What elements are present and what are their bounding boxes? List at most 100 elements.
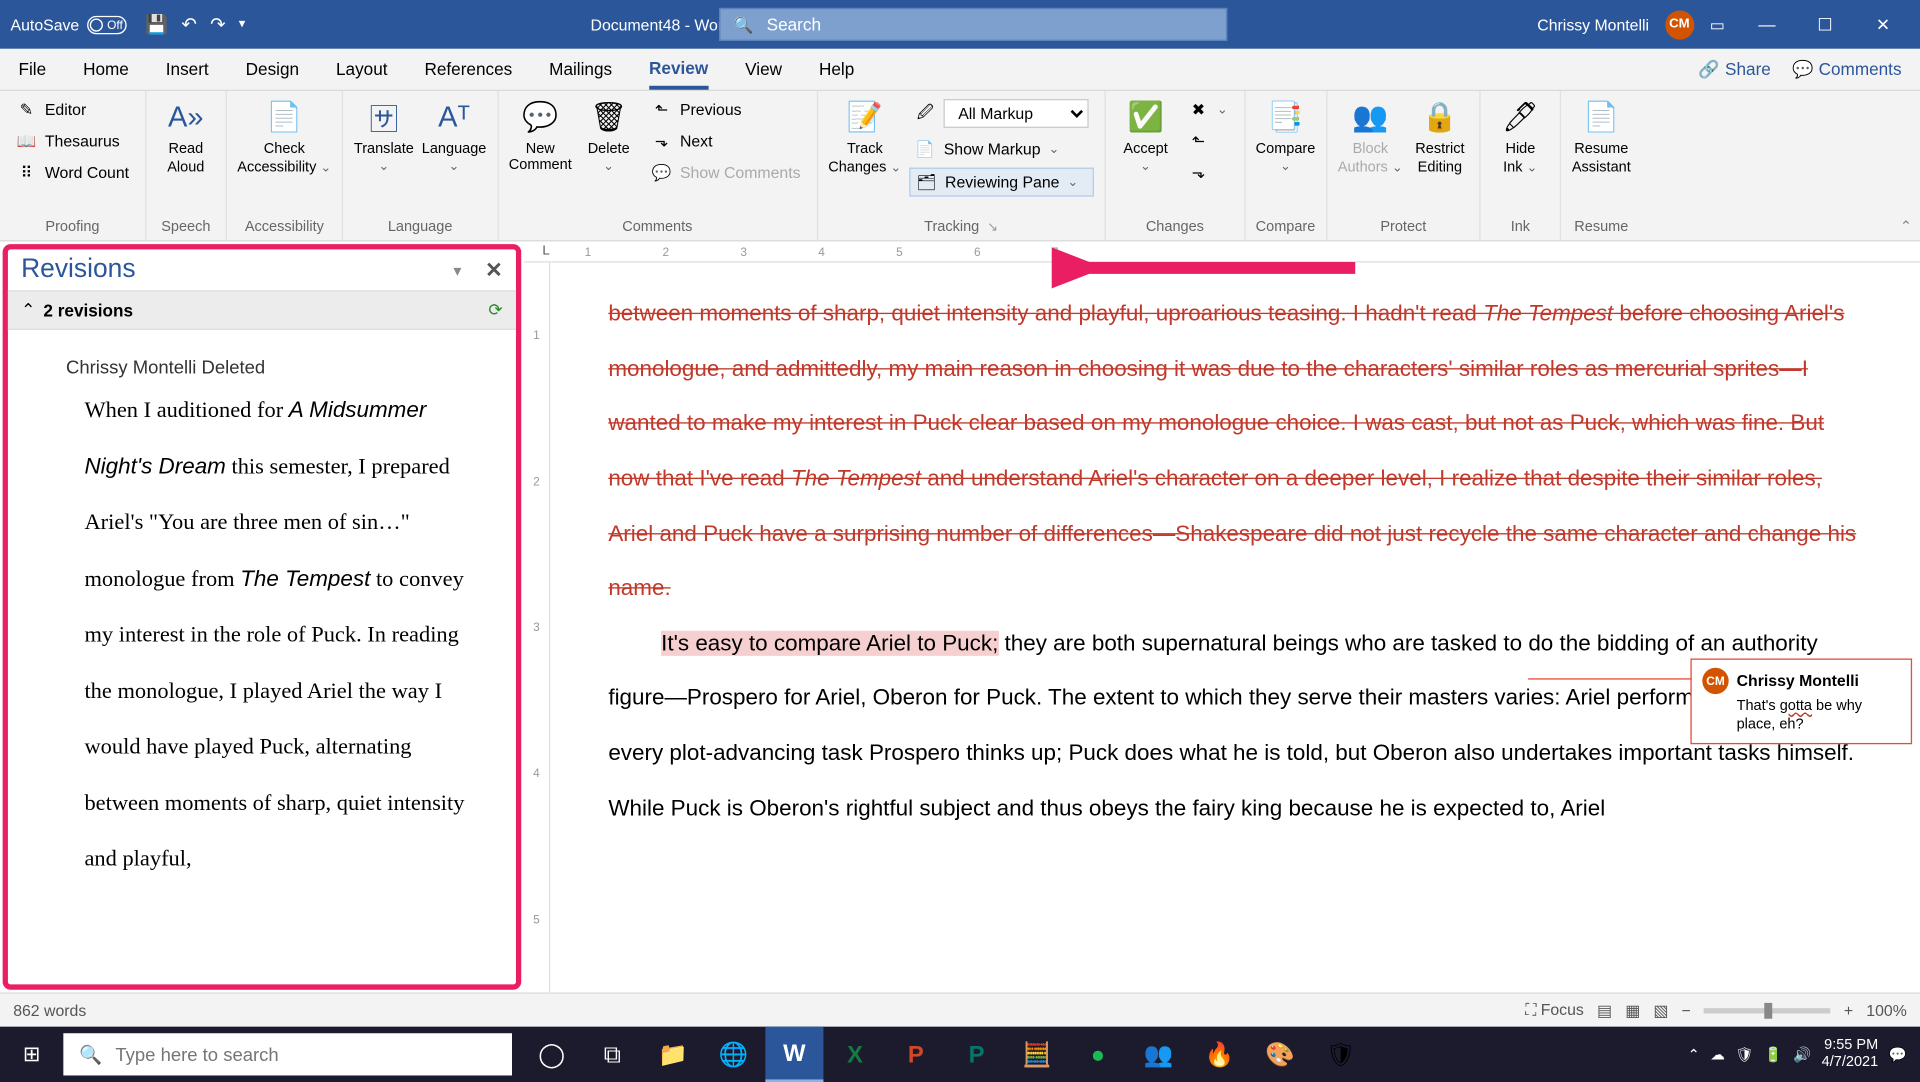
tab-review[interactable]: Review <box>649 49 708 89</box>
revisions-close-icon[interactable]: ✕ <box>485 257 503 283</box>
tab-insert[interactable]: Insert <box>166 51 209 87</box>
word-icon[interactable]: W <box>765 1027 823 1082</box>
onedrive-icon[interactable]: ☁ <box>1710 1046 1725 1063</box>
markup-select[interactable]: All Markup <box>944 99 1089 128</box>
show-markup-button[interactable]: 📄Show Markup ⌄ <box>909 136 1094 162</box>
teams-icon[interactable]: 👥 <box>1130 1027 1188 1082</box>
qat-dropdown-icon[interactable]: ▾ <box>239 17 246 32</box>
thesaurus-button[interactable]: 📖Thesaurus <box>11 128 135 154</box>
comment-card[interactable]: CM Chrissy Montelli That's gotta be why … <box>1690 658 1912 743</box>
chevron-down-icon[interactable]: ⌄ <box>1280 160 1291 175</box>
vertical-ruler[interactable]: 12345 <box>524 263 550 993</box>
task-view-icon[interactable]: ⧉ <box>583 1027 641 1082</box>
show-comments-button[interactable]: 💬Show Comments <box>646 160 806 186</box>
compare-button[interactable]: 📑 Compare ⌄ <box>1256 96 1316 174</box>
restrict-editing-button[interactable]: 🔒 Restrict Editing <box>1411 96 1469 175</box>
print-layout-icon[interactable]: ▦ <box>1625 1001 1640 1019</box>
search-input[interactable] <box>767 15 1213 35</box>
security-tray-icon[interactable]: 🛡 <box>1735 1046 1753 1063</box>
publisher-icon[interactable]: P <box>947 1027 1005 1082</box>
tray-chevron-icon[interactable]: ⌃ <box>1688 1046 1700 1063</box>
tracking-dialog-launcher-icon[interactable]: ↘ <box>987 220 998 235</box>
save-icon[interactable]: 💾 <box>145 13 168 35</box>
translate-button[interactable]: 🈂 Translate ⌄ <box>354 96 414 174</box>
accept-button[interactable]: ✅ Accept ⌄ <box>1117 96 1175 186</box>
search-box[interactable]: 🔍 <box>719 8 1227 41</box>
block-authors-button[interactable]: 👥 Block Authors ⌄ <box>1338 96 1403 175</box>
next-change-button[interactable]: ⬎ <box>1183 160 1234 186</box>
excel-icon[interactable]: X <box>826 1027 884 1082</box>
comment-highlight[interactable]: It's easy to compare Ariel to Puck; <box>661 631 998 656</box>
language-button[interactable]: Aᵀ Language ⌄ <box>422 96 487 174</box>
horizontal-ruler[interactable]: 1234567 <box>524 241 1920 262</box>
tab-view[interactable]: View <box>745 51 782 87</box>
chevron-down-icon[interactable]: ⌄ <box>1048 142 1059 157</box>
chevron-down-icon[interactable]: ⌄ <box>449 160 460 175</box>
maximize-button[interactable]: ☐ <box>1799 6 1852 43</box>
volume-icon[interactable]: 🔊 <box>1793 1046 1811 1063</box>
chevron-down-icon[interactable]: ⌄ <box>378 160 389 175</box>
hide-ink-button[interactable]: 🖊 Hide Ink ⌄ <box>1491 96 1549 175</box>
collapse-ribbon-icon[interactable]: ⌃ <box>1900 218 1912 235</box>
share-button[interactable]: 🔗 Share <box>1698 59 1770 80</box>
paint-icon[interactable]: 🔥 <box>1190 1027 1248 1082</box>
track-changes-button[interactable]: 📝 Track Changes ⌄ <box>828 96 901 196</box>
chevron-down-icon[interactable]: ⌄ <box>1217 102 1228 117</box>
tab-layout[interactable]: Layout <box>336 51 388 87</box>
new-comment-button[interactable]: 💬 NewComment <box>509 96 572 186</box>
zoom-in-icon[interactable]: + <box>1844 1001 1853 1019</box>
zoom-out-icon[interactable]: − <box>1682 1001 1691 1019</box>
revisions-list[interactable]: Chrissy Montelli Deleted When I audition… <box>8 330 516 906</box>
read-aloud-button[interactable]: A» Read Aloud <box>157 96 215 175</box>
autosave-switch[interactable]: Off <box>87 15 127 33</box>
battery-icon[interactable]: 🔋 <box>1764 1046 1782 1063</box>
resume-assistant-button[interactable]: 📄 Resume Assistant <box>1572 96 1631 175</box>
user-avatar[interactable]: CM <box>1665 10 1694 39</box>
reject-button[interactable]: ✖⌄ <box>1183 96 1234 122</box>
security-icon[interactable]: 🛡 <box>1312 1027 1370 1082</box>
refresh-icon[interactable]: ⟳ <box>488 300 502 321</box>
chevron-down-icon[interactable]: ⌄ <box>603 160 614 175</box>
taskbar-search-input[interactable] <box>115 1044 496 1065</box>
spotify-icon[interactable]: ● <box>1069 1027 1127 1082</box>
chevron-down-icon[interactable]: ⌄ <box>1067 175 1078 190</box>
zoom-level[interactable]: 100% <box>1866 1001 1907 1019</box>
chevron-down-icon[interactable]: ⌄ <box>1527 161 1538 176</box>
notifications-icon[interactable]: 💬 <box>1889 1046 1907 1063</box>
next-comment-button[interactable]: ⬎Next <box>646 128 806 154</box>
chevron-down-icon[interactable]: ⌄ <box>1140 160 1151 175</box>
clock[interactable]: 9:55 PM 4/7/2021 <box>1822 1037 1879 1072</box>
undo-icon[interactable]: ↶ <box>181 13 196 35</box>
document-page[interactable]: between moments of sharp, quiet intensit… <box>550 263 1920 993</box>
powerpoint-icon[interactable]: P <box>887 1027 945 1082</box>
file-explorer-icon[interactable]: 📁 <box>644 1027 702 1082</box>
chevron-down-icon[interactable]: ⌄ <box>890 161 901 176</box>
zoom-slider[interactable] <box>1704 1008 1831 1013</box>
autosave-toggle[interactable]: AutoSave Off <box>11 15 127 33</box>
comments-button[interactable]: 💬 Comments <box>1792 59 1902 80</box>
palette-icon[interactable]: 🎨 <box>1251 1027 1309 1082</box>
start-button[interactable]: ⊞ <box>0 1027 63 1082</box>
reviewing-pane-button[interactable]: 🗂Reviewing Pane ⌄ <box>909 168 1094 197</box>
tab-file[interactable]: File <box>18 51 46 87</box>
tab-mailings[interactable]: Mailings <box>549 51 612 87</box>
tab-references[interactable]: References <box>424 51 512 87</box>
tab-design[interactable]: Design <box>246 51 299 87</box>
web-layout-icon[interactable]: ▧ <box>1653 1001 1668 1019</box>
chevron-down-icon[interactable]: ⌄ <box>320 161 331 176</box>
cortana-icon[interactable]: ◯ <box>523 1027 581 1082</box>
close-button[interactable]: ✕ <box>1857 6 1910 43</box>
editor-button[interactable]: ✎Editor <box>11 96 135 122</box>
tab-home[interactable]: Home <box>83 51 129 87</box>
read-mode-icon[interactable]: ▤ <box>1597 1001 1612 1019</box>
redo-icon[interactable]: ↷ <box>210 13 225 35</box>
chrome-icon[interactable]: 🌐 <box>705 1027 763 1082</box>
minimize-button[interactable]: — <box>1741 6 1794 43</box>
tab-help[interactable]: Help <box>819 51 854 87</box>
previous-comment-button[interactable]: ⬑Previous <box>646 96 806 122</box>
revisions-dropdown-icon[interactable]: ▾ <box>453 261 461 279</box>
taskbar-search[interactable]: 🔍 <box>63 1033 512 1075</box>
delete-comment-button[interactable]: 🗑 Delete ⌄ <box>580 96 638 186</box>
chevron-up-icon[interactable]: ⌃ <box>21 300 35 321</box>
focus-button[interactable]: ⛶ Focus <box>1525 1000 1584 1020</box>
